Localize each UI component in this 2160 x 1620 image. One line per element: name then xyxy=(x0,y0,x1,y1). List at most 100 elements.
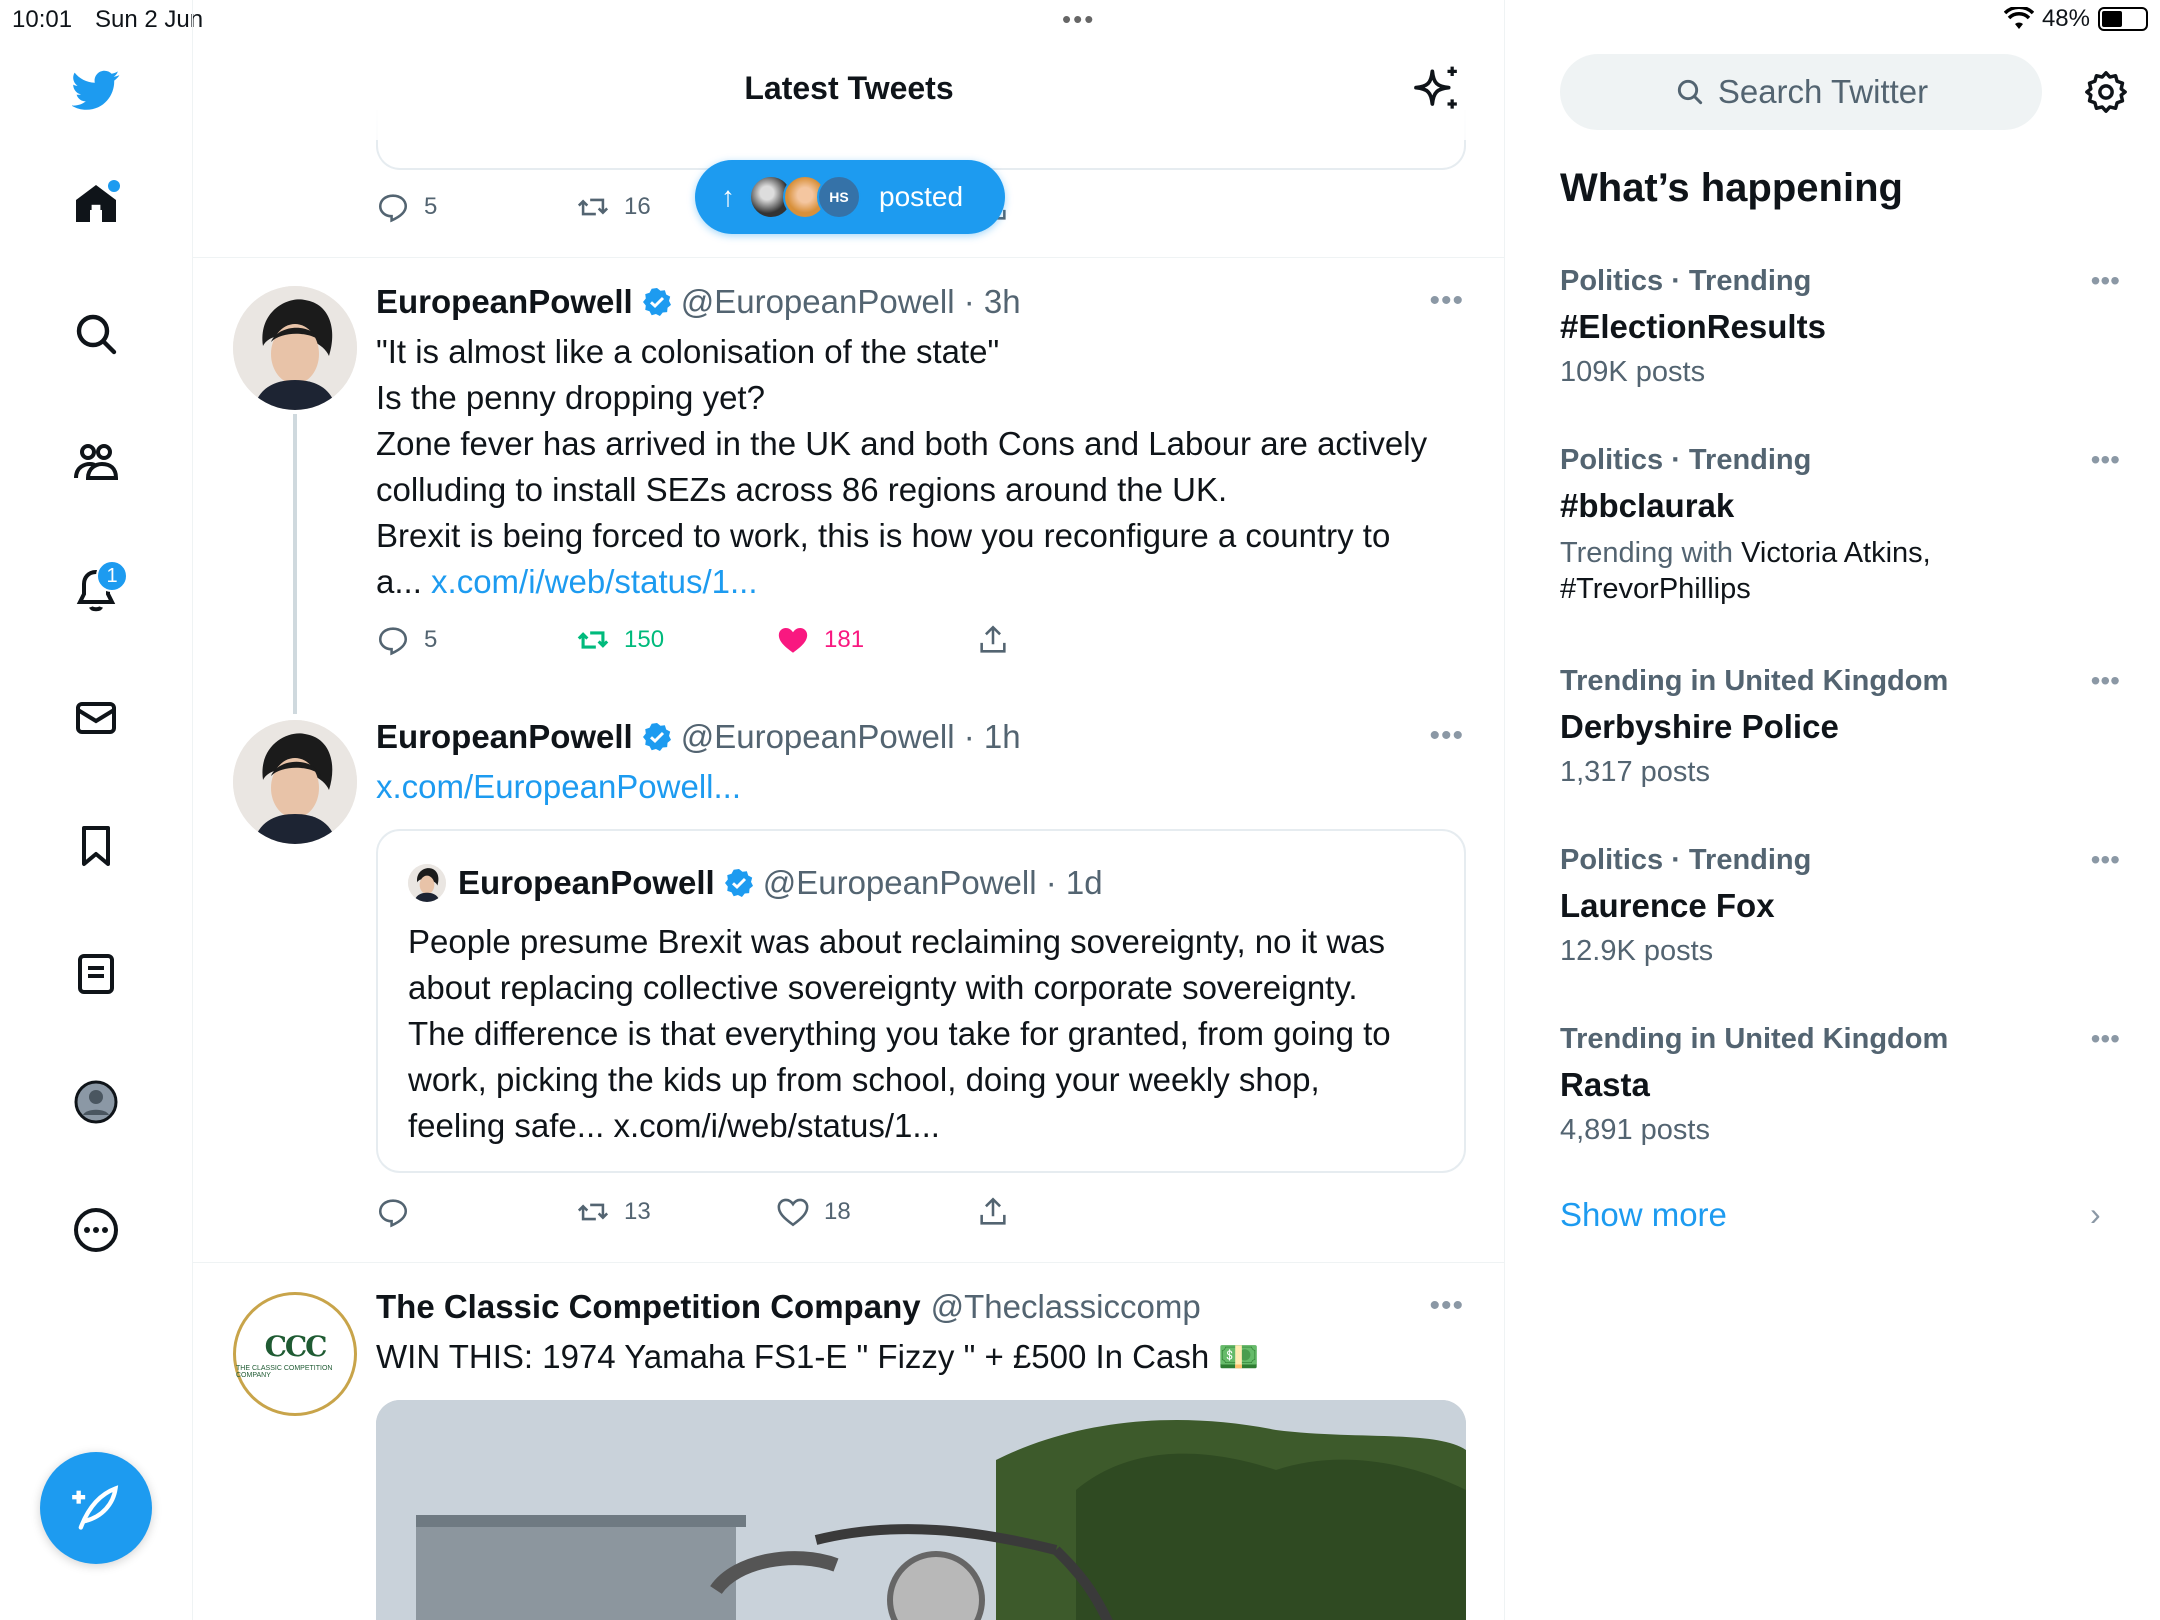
quoted-line: People presume Brexit was about reclaimi… xyxy=(408,923,1386,960)
home-unread-dot xyxy=(108,180,120,192)
author-name[interactable]: EuropeanPowell xyxy=(376,283,633,321)
bookmark-icon xyxy=(82,826,110,866)
author-handle[interactable]: @EuropeanPowell xyxy=(681,718,955,756)
trend-with-names[interactable]: #TrevorPhillips xyxy=(1560,573,1751,605)
like-icon xyxy=(777,1198,809,1227)
trend-more-icon[interactable]: ••• xyxy=(2091,1023,2120,1055)
trend-more-icon[interactable]: ••• xyxy=(2091,444,2120,476)
mail-icon[interactable] xyxy=(60,682,132,754)
retweet-count: 150 xyxy=(624,626,665,653)
tweet-media-image[interactable] xyxy=(376,1400,1466,1620)
timeline: 5 16 Latest Tweets ↑ HS posted EuropeanP… xyxy=(193,0,1505,1620)
whats-happening-title: What’s happening xyxy=(1560,166,1903,210)
tweet-line: WIN THIS: 1974 Yamaha FS1-E " Fizzy " + … xyxy=(376,1338,1260,1375)
retweet-icon xyxy=(577,1203,609,1221)
retweet-button[interactable]: 16 xyxy=(576,187,651,227)
arrow-up-icon: ↑ xyxy=(721,181,735,212)
more-icon[interactable] xyxy=(60,1194,132,1266)
divider xyxy=(193,257,1504,258)
lists-icon xyxy=(78,954,114,994)
trend-with-names[interactable]: Victoria Atkins, xyxy=(1741,537,1931,569)
twitter-logo-icon xyxy=(72,70,120,110)
trend-related: Trending with Victoria Atkins, #TrevorPh… xyxy=(1560,535,2120,607)
avatar-photo xyxy=(408,864,446,902)
communities-icon[interactable] xyxy=(60,426,132,498)
meta-separator: · xyxy=(954,283,984,320)
trend-item[interactable]: Politics · Trending #ElectionResults 109… xyxy=(1560,265,2120,389)
share-icon xyxy=(980,1197,1006,1225)
share-button[interactable] xyxy=(976,1192,1010,1232)
trend-item[interactable]: Politics · Trending #bbclaurak Trending … xyxy=(1560,444,2120,607)
trend-item[interactable]: Politics · Trending Laurence Fox 12.9K p… xyxy=(1560,844,2120,968)
avatar-photo xyxy=(233,286,357,410)
new-posts-pill[interactable]: ↑ HS posted xyxy=(695,160,1005,234)
share-button[interactable] xyxy=(976,620,1010,660)
verified-icon xyxy=(642,288,671,316)
trend-context: Politics · Trending xyxy=(1560,844,1812,876)
quoted-author-name: EuropeanPowell xyxy=(458,864,715,901)
author-name[interactable]: EuropeanPowell xyxy=(376,718,633,756)
reply-icon xyxy=(378,194,408,223)
reply-button[interactable]: 5 xyxy=(376,620,437,660)
reply-button[interactable]: 5 xyxy=(376,187,437,227)
notifications-badge: 1 xyxy=(96,560,128,592)
tweet-more-icon[interactable]: ••• xyxy=(1429,719,1464,753)
trend-more-icon[interactable]: ••• xyxy=(2091,665,2120,697)
lists-icon[interactable] xyxy=(60,938,132,1010)
tweet-actions: 13 18 xyxy=(376,1192,1056,1232)
twitter-logo-icon[interactable] xyxy=(60,54,132,126)
tweet-text: "It is almost like a colonisation of the… xyxy=(376,329,1466,605)
settings-button[interactable] xyxy=(2074,60,2138,124)
trend-context: Trending in United Kingdom xyxy=(1560,665,1949,697)
verified-icon xyxy=(724,869,753,897)
tweet-line: colluding to install SEZs across 86 regi… xyxy=(376,471,1228,508)
tweet-time[interactable]: 1h xyxy=(984,718,1021,756)
author-handle[interactable]: @EuropeanPowell xyxy=(681,283,955,321)
bookmark-icon[interactable] xyxy=(60,810,132,882)
retweet-count: 13 xyxy=(624,1198,651,1225)
trend-more-icon[interactable]: ••• xyxy=(2091,265,2120,297)
trend-count: 4,891 posts xyxy=(1560,1114,1710,1146)
tweet-more-icon[interactable]: ••• xyxy=(1429,1289,1464,1323)
show-more-link[interactable]: Show more xyxy=(1560,1196,1727,1234)
sparkle-icon[interactable] xyxy=(1409,62,1465,118)
tweet-link[interactable]: x.com/i/web/status/1... xyxy=(431,563,757,600)
tweet-line: Is the penny dropping yet? xyxy=(376,379,765,416)
avatar[interactable]: CCC THE CLASSIC COMPETITION COMPANY xyxy=(233,1292,357,1416)
retweet-icon xyxy=(577,198,609,216)
author-handle[interactable]: @Theclassiccomp xyxy=(931,1288,1201,1326)
avatar[interactable] xyxy=(233,720,357,844)
left-nav: 1 xyxy=(0,0,193,1620)
reply-icon xyxy=(378,1199,408,1228)
trend-count: 109K posts xyxy=(1560,356,1706,388)
tweet-more-icon[interactable]: ••• xyxy=(1429,284,1464,318)
tweet-link[interactable]: x.com/EuropeanPowell... xyxy=(376,768,741,805)
tweet-time[interactable]: 3h xyxy=(984,283,1021,321)
avatar[interactable] xyxy=(233,286,357,410)
trend-item[interactable]: Trending in United Kingdom Rasta 4,891 p… xyxy=(1560,1023,2120,1147)
compose-button[interactable] xyxy=(40,1452,152,1564)
trend-count: 1,317 posts xyxy=(1560,756,1710,788)
search-input[interactable]: Search Twitter xyxy=(1560,54,2042,130)
communities-icon xyxy=(74,444,119,480)
search-icon[interactable] xyxy=(60,298,132,370)
trend-with-prefix: Trending with xyxy=(1560,537,1734,569)
retweet-button[interactable]: 13 xyxy=(576,1192,651,1232)
like-button[interactable]: 181 xyxy=(776,620,864,660)
retweet-count: 16 xyxy=(624,193,651,220)
tweet-header: The Classic Competition Company @Theclas… xyxy=(376,1285,1201,1329)
posted-label: posted xyxy=(879,181,964,212)
reply-button[interactable] xyxy=(376,1192,424,1232)
quoted-tweet[interactable]: EuropeanPowell @EuropeanPowell · 1d Peop… xyxy=(376,829,1466,1173)
trend-more-icon[interactable]: ••• xyxy=(2091,844,2120,876)
trend-item[interactable]: Trending in United Kingdom Derbyshire Po… xyxy=(1560,665,2120,789)
verified-icon xyxy=(642,723,671,751)
retweet-button[interactable]: 150 xyxy=(576,620,664,660)
profile-icon[interactable] xyxy=(60,1066,132,1138)
home-icon[interactable] xyxy=(60,168,132,240)
author-name[interactable]: The Classic Competition Company xyxy=(376,1288,921,1326)
reply-icon xyxy=(378,627,408,656)
like-button[interactable]: 18 xyxy=(776,1192,851,1232)
bell-icon[interactable]: 1 xyxy=(60,554,132,626)
quoted-line: about replacing collective sovereignty w… xyxy=(408,969,1358,1006)
